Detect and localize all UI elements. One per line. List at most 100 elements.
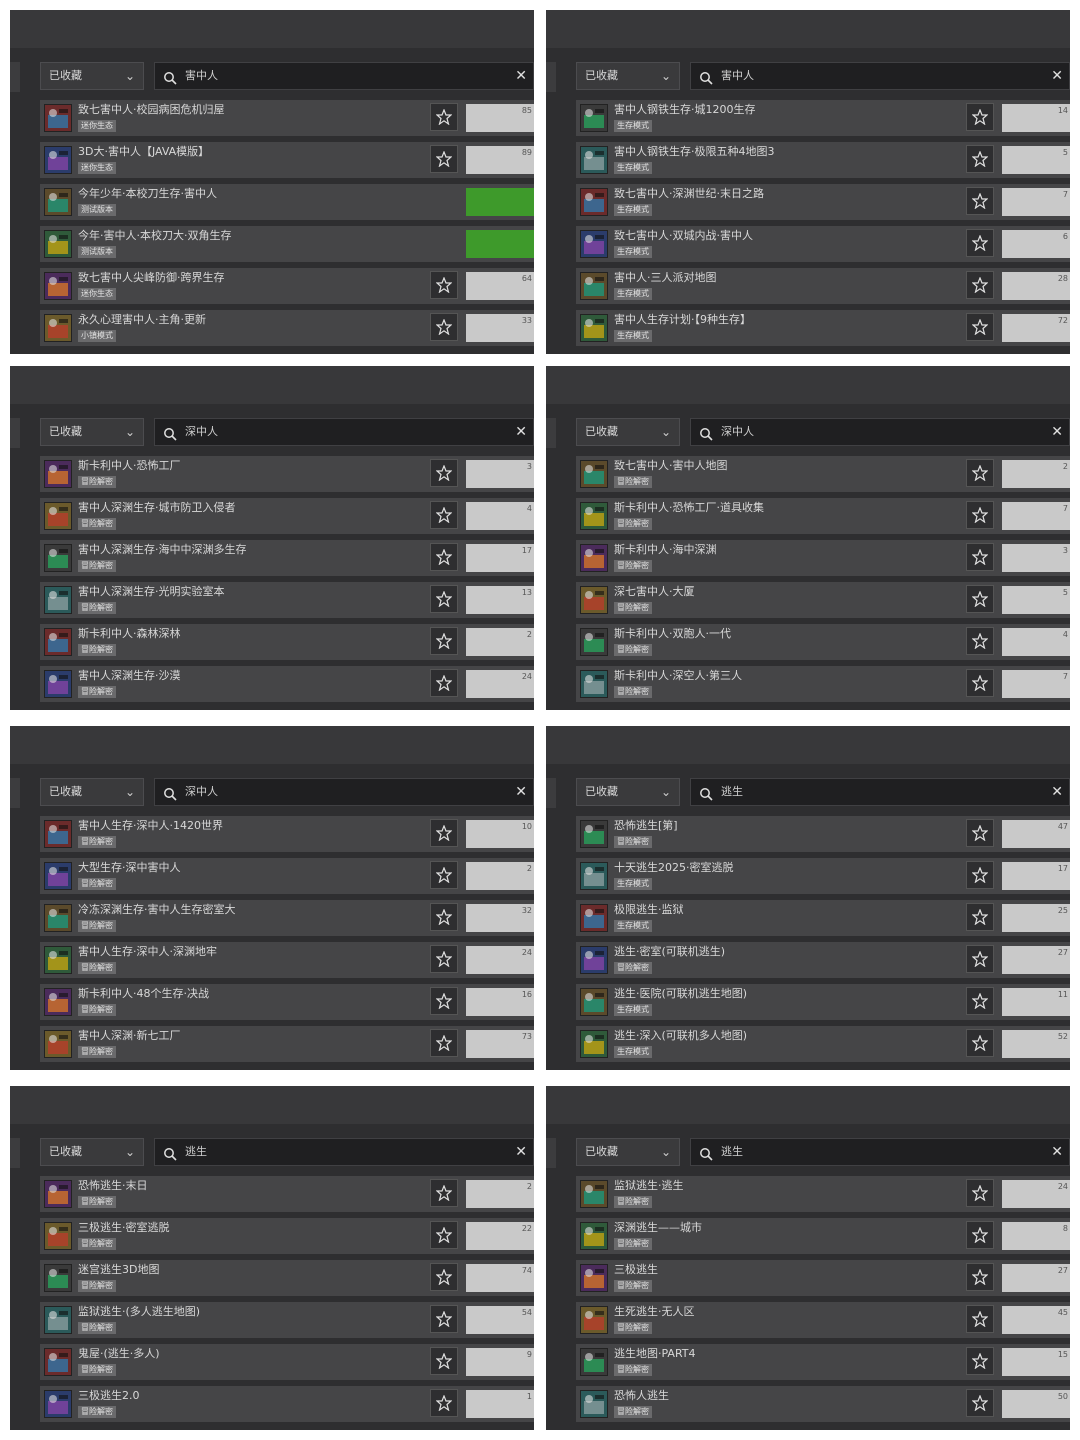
download-button[interactable]: 7: [1002, 670, 1070, 698]
list-item[interactable]: 斯卡利中人·恐怖工厂·道具收集 冒险解密 7: [576, 498, 1070, 534]
list-item[interactable]: 监狱逃生·逃生 冒险解密 24: [576, 1176, 1070, 1212]
download-button[interactable]: 25: [1002, 904, 1070, 932]
search-input[interactable]: 深中人 ✕: [154, 778, 534, 806]
download-button[interactable]: 22: [466, 1222, 534, 1250]
list-item[interactable]: 冷冻深渊生存·害中人生存密室大 冒险解密 32: [40, 900, 534, 936]
side-tab[interactable]: [10, 418, 20, 448]
search-input[interactable]: 逃生 ✕: [690, 778, 1070, 806]
download-button[interactable]: 8: [1002, 1222, 1070, 1250]
filter-dropdown[interactable]: 已收藏 ⌄: [576, 62, 680, 90]
list-item[interactable]: 深渊逃生——城市 冒险解密 8: [576, 1218, 1070, 1254]
list-item[interactable]: 害中人·三人派对地图 生存模式 28: [576, 268, 1070, 304]
list-item[interactable]: 害中人钢铁生存·城1200生存 生存模式 14: [576, 100, 1070, 136]
list-item[interactable]: 致七害中人·深渊世纪·末日之路 生存模式 7: [576, 184, 1070, 220]
list-item[interactable]: 迷宫逃生3D地图 冒险解密 74: [40, 1260, 534, 1296]
list-item[interactable]: 逃生·医院(可联机逃生地图) 生存模式 11: [576, 984, 1070, 1020]
side-tab[interactable]: [546, 62, 556, 92]
star-outline-icon[interactable]: [966, 627, 994, 655]
star-outline-icon[interactable]: [430, 627, 458, 655]
list-item[interactable]: 深七害中人·大厦 冒险解密 5: [576, 582, 1070, 618]
star-outline-icon[interactable]: [430, 459, 458, 487]
download-button[interactable]: 4: [466, 502, 534, 530]
filter-dropdown[interactable]: 已收藏 ⌄: [40, 1138, 144, 1166]
list-item[interactable]: 鬼屋·(逃生·多人) 冒险解密 9: [40, 1344, 534, 1380]
download-button[interactable]: 73: [466, 1030, 534, 1058]
star-outline-icon[interactable]: [966, 1029, 994, 1057]
close-icon[interactable]: ✕: [515, 779, 527, 805]
download-button[interactable]: 32: [466, 904, 534, 932]
star-outline-icon[interactable]: [966, 1221, 994, 1249]
star-outline-icon[interactable]: [966, 1263, 994, 1291]
side-tab[interactable]: [546, 1138, 556, 1168]
filter-dropdown[interactable]: 已收藏 ⌄: [576, 778, 680, 806]
list-item[interactable]: 害中人深渊生存·光明实验室本 冒险解密 13: [40, 582, 534, 618]
star-outline-icon[interactable]: [430, 1179, 458, 1207]
search-input[interactable]: 深中人 ✕: [690, 418, 1070, 446]
list-item[interactable]: 十天逃生2025·密室逃脱 生存模式 17: [576, 858, 1070, 894]
list-item[interactable]: 害中人深渊生存·海中中深渊多生存 冒险解密 17: [40, 540, 534, 576]
download-button[interactable]: 52: [1002, 1030, 1070, 1058]
star-outline-icon[interactable]: [966, 1389, 994, 1417]
close-icon[interactable]: ✕: [515, 1139, 527, 1165]
download-button[interactable]: 85: [466, 104, 534, 132]
close-icon[interactable]: ✕: [515, 63, 527, 89]
search-input[interactable]: 害中人 ✕: [154, 62, 534, 90]
list-item[interactable]: 逃生地图·PART4 冒险解密 15: [576, 1344, 1070, 1380]
download-button[interactable]: 7: [1002, 188, 1070, 216]
close-icon[interactable]: ✕: [515, 419, 527, 445]
download-button[interactable]: 72: [1002, 314, 1070, 342]
star-outline-icon[interactable]: [430, 1029, 458, 1057]
download-button[interactable]: 24: [1002, 1180, 1070, 1208]
list-item[interactable]: 今年少年·本校刀生存·害中人 测试版本: [40, 184, 534, 220]
download-button[interactable]: 6: [1002, 230, 1070, 258]
list-item[interactable]: 斯卡利中人·恐怖工厂 冒险解密 3: [40, 456, 534, 492]
list-item[interactable]: 害中人深渊·新七工厂 冒险解密 73: [40, 1026, 534, 1062]
side-tab[interactable]: [10, 62, 20, 92]
star-outline-icon[interactable]: [430, 1221, 458, 1249]
download-button[interactable]: 64: [466, 272, 534, 300]
star-outline-icon[interactable]: [430, 1347, 458, 1375]
search-input[interactable]: 逃生 ✕: [154, 1138, 534, 1166]
download-button[interactable]: 27: [1002, 946, 1070, 974]
list-item[interactable]: 斯卡利中人·48个生存·决战 冒险解密 16: [40, 984, 534, 1020]
list-item[interactable]: 致七害中人·双城内战·害中人 生存模式 6: [576, 226, 1070, 262]
star-outline-icon[interactable]: [966, 313, 994, 341]
download-button[interactable]: 89: [466, 146, 534, 174]
star-outline-icon[interactable]: [430, 819, 458, 847]
star-outline-icon[interactable]: [430, 585, 458, 613]
download-button[interactable]: 3: [1002, 544, 1070, 572]
download-button[interactable]: 10: [466, 820, 534, 848]
list-item[interactable]: 大型生存·深中害中人 冒险解密 2: [40, 858, 534, 894]
download-button[interactable]: 7: [1002, 502, 1070, 530]
list-item[interactable]: 害中人生存·深中人·1420世界 冒险解密 10: [40, 816, 534, 852]
star-outline-icon[interactable]: [430, 271, 458, 299]
filter-dropdown[interactable]: 已收藏 ⌄: [576, 1138, 680, 1166]
side-tab[interactable]: [546, 418, 556, 448]
star-outline-icon[interactable]: [966, 819, 994, 847]
download-button[interactable]: 9: [466, 1348, 534, 1376]
list-item[interactable]: 永久心理害中人·主角·更新 小镇模式 33: [40, 310, 534, 346]
list-item[interactable]: 三极逃生2.0 冒险解密 1: [40, 1386, 534, 1422]
download-button[interactable]: 11: [1002, 988, 1070, 1016]
download-button[interactable]: 54: [466, 1306, 534, 1334]
list-item[interactable]: 恐怖人逃生 冒险解密 50: [576, 1386, 1070, 1422]
star-outline-icon[interactable]: [430, 501, 458, 529]
list-item[interactable]: 恐怖逃生·末日 冒险解密 2: [40, 1176, 534, 1212]
list-item[interactable]: 生死逃生·无人区 冒险解密 45: [576, 1302, 1070, 1338]
download-button[interactable]: 2: [466, 628, 534, 656]
list-item[interactable]: 害中人生存·深中人·深渊地牢 冒险解密 24: [40, 942, 534, 978]
star-outline-icon[interactable]: [966, 543, 994, 571]
close-icon[interactable]: ✕: [1051, 779, 1063, 805]
star-outline-icon[interactable]: [966, 501, 994, 529]
download-button[interactable]: 24: [466, 946, 534, 974]
list-item[interactable]: 三极逃生·密室逃脱 冒险解密 22: [40, 1218, 534, 1254]
star-outline-icon[interactable]: [966, 945, 994, 973]
list-item[interactable]: 害中人深渊生存·沙漠 冒险解密 24: [40, 666, 534, 702]
star-outline-icon[interactable]: [430, 1263, 458, 1291]
star-outline-icon[interactable]: [430, 945, 458, 973]
star-outline-icon[interactable]: [966, 187, 994, 215]
close-icon[interactable]: ✕: [1051, 63, 1063, 89]
close-icon[interactable]: ✕: [1051, 419, 1063, 445]
side-tab[interactable]: [10, 1138, 20, 1168]
download-button[interactable]: 4: [1002, 628, 1070, 656]
